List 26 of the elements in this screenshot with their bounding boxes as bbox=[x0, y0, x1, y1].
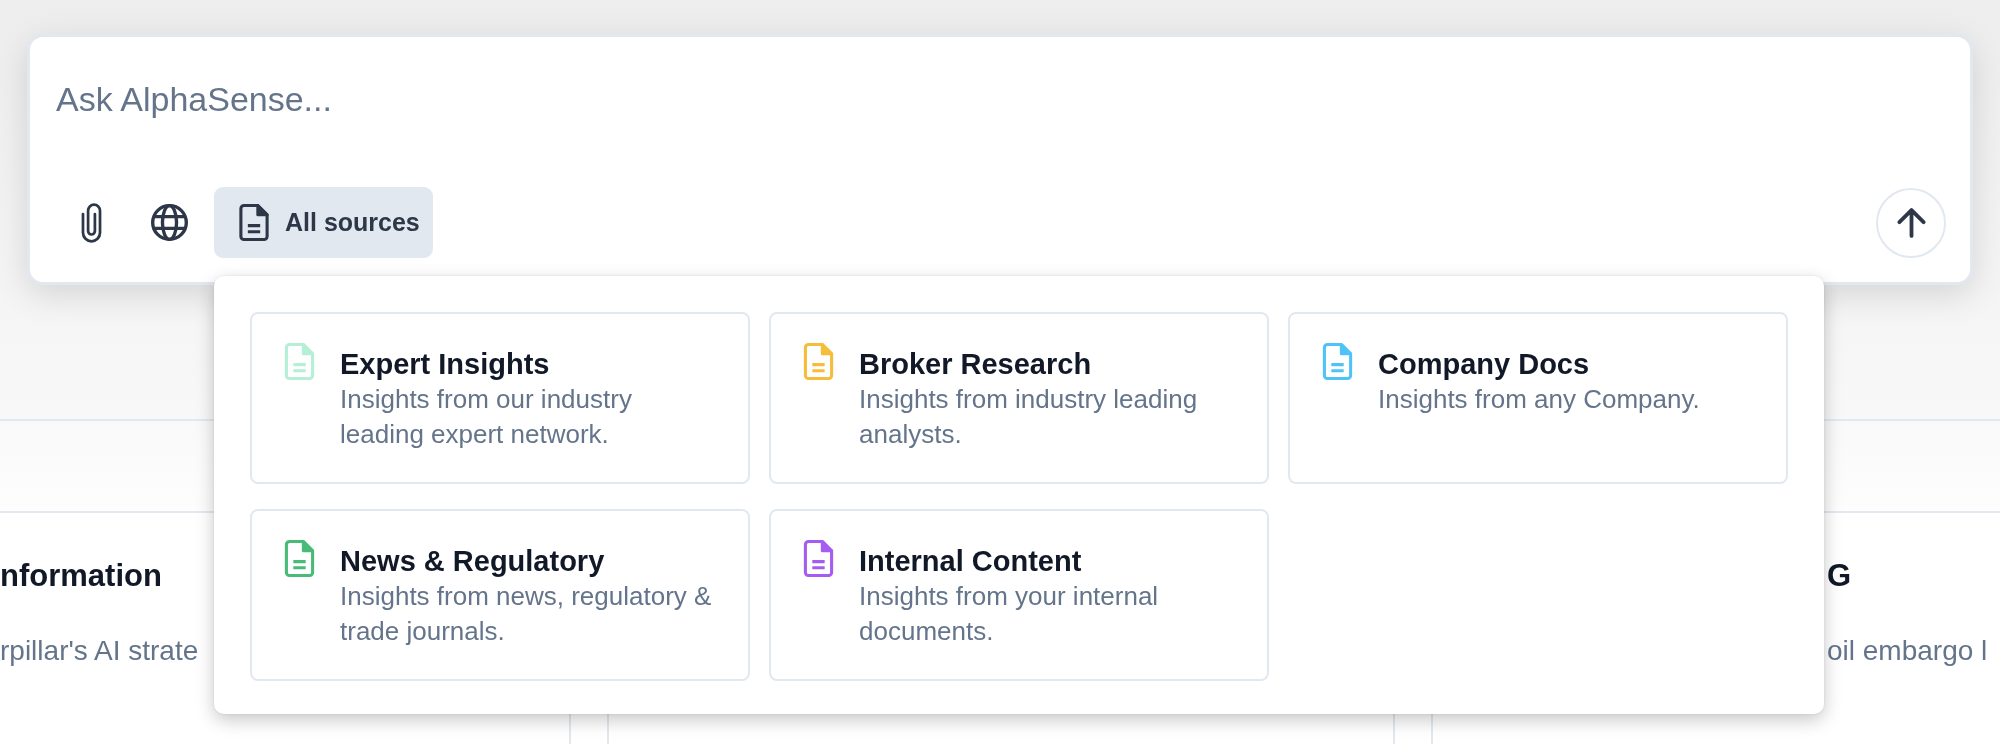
globe-icon bbox=[151, 204, 188, 241]
document-icon bbox=[239, 204, 269, 241]
source-option[interactable]: Expert Insights Insights from our industry leading expert network. bbox=[250, 312, 750, 484]
option-description: Insights from news, regulatory & trade journals. bbox=[340, 580, 713, 648]
card-text: rpillar's AI strate bbox=[0, 634, 199, 668]
option-title: Company Docs bbox=[1378, 347, 1591, 382]
option-title: News & Regulatory bbox=[340, 544, 606, 579]
option-description: Insights from your internal documents. bbox=[859, 580, 1160, 648]
option-description: Insights from industry leading analysts. bbox=[859, 383, 1199, 451]
paperclip-icon bbox=[81, 202, 102, 243]
option-description: Insights from our industry leading expert network. bbox=[340, 383, 633, 451]
chat-box[interactable]: Ask AlphaSense... All sources bbox=[27, 34, 1973, 285]
source-option[interactable]: Internal Content Insights from your internal documents. bbox=[769, 509, 1269, 681]
option-title: Expert Insights bbox=[340, 347, 551, 382]
card-title: G bbox=[1827, 558, 1852, 594]
option-title: Internal Content bbox=[859, 544, 1083, 579]
option-description: Insights from any Company. bbox=[1378, 383, 1701, 416]
card-title: nformation bbox=[0, 558, 162, 594]
source-option[interactable]: News & Regulatory Insights from news, regulatory & trade journals. bbox=[250, 509, 750, 681]
chat-input[interactable]: Ask AlphaSense... bbox=[56, 77, 1946, 187]
arrow-up-icon bbox=[1896, 207, 1926, 238]
option-title: Broker Research bbox=[859, 347, 1093, 382]
source-option[interactable]: Company Docs Insights from any Company. bbox=[1288, 312, 1788, 484]
card-text: oil embargo l bbox=[1827, 634, 1988, 668]
source-option[interactable]: Broker Research Insights from industry leading analysts. bbox=[769, 312, 1269, 484]
sources-button[interactable]: All sources bbox=[214, 187, 433, 258]
